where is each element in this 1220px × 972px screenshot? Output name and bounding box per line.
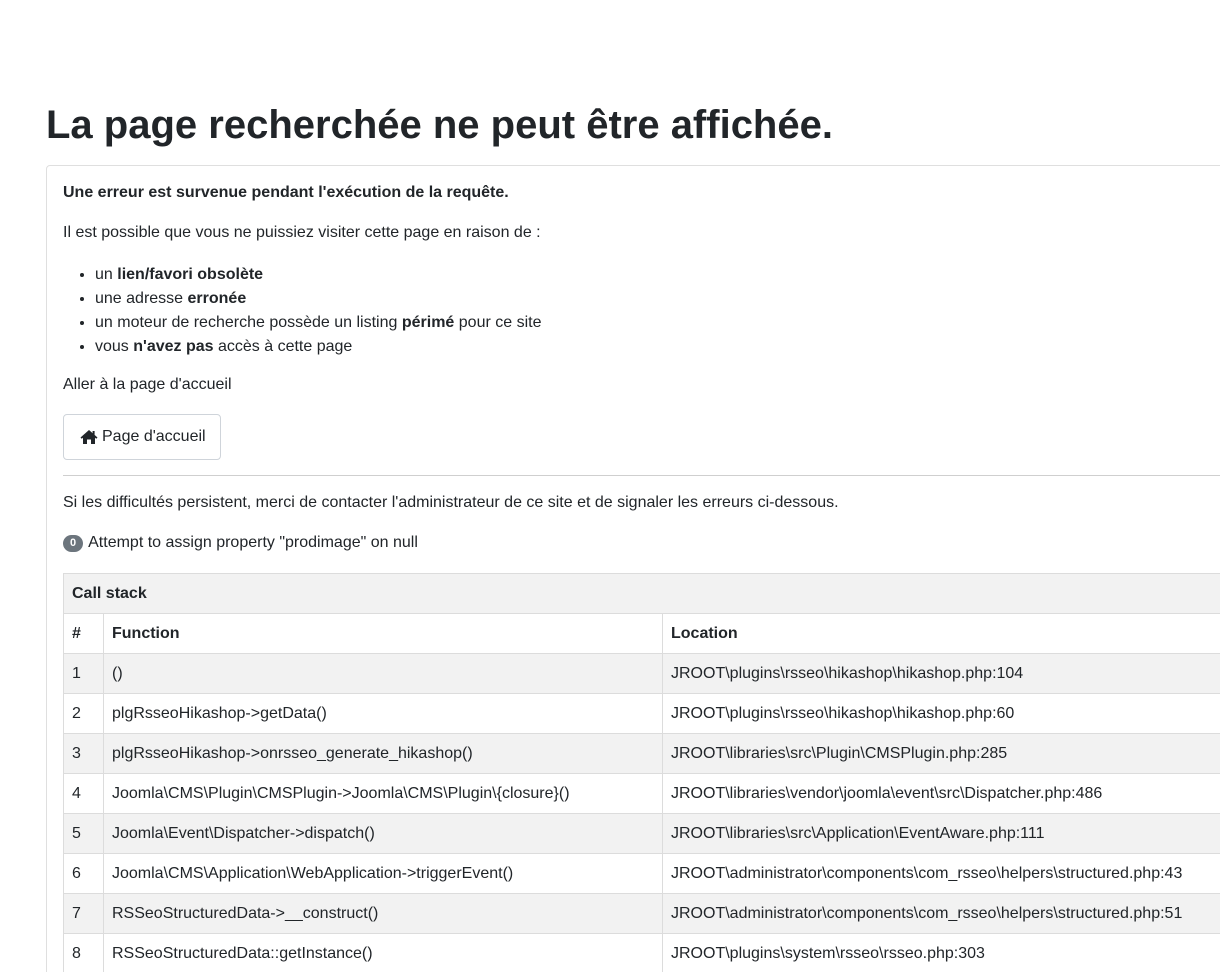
row-location: JROOT\libraries\src\Plugin\CMSPlugin.php… [662,733,1220,774]
row-location: JROOT\plugins\rsseo\hikashop\hikashop.ph… [662,693,1220,734]
column-header-function: Function [103,613,663,654]
table-row: 2 plgRsseoHikashop->getData() JROOT\plug… [63,693,1220,734]
error-heading: Une erreur est survenue pendant l'exécut… [63,184,509,201]
home-button-label: Page d'accueil [102,428,206,445]
table-row: 8 RSSeoStructuredData::getInstance() JRO… [63,933,1220,972]
row-location: JROOT\plugins\system\rsseo\rsseo.php:303 [662,933,1220,972]
call-stack-caption: Call stack [63,573,1220,614]
table-row: 4 Joomla\CMS\Plugin\CMSPlugin->Joomla\CM… [63,773,1220,814]
call-stack-caption-row: Call stack [63,573,1220,614]
contact-text: Si les difficultés persistent, merci de … [63,494,839,511]
row-function: RSSeoStructuredData->__construct() [103,893,663,934]
reasons-list: un lien/favori obsolète une adresse erro… [63,263,541,359]
row-function: () [103,653,663,694]
row-number: 1 [63,653,104,694]
row-number: 3 [63,733,104,774]
goto-home-text: Aller à la page d'accueil [63,376,232,393]
row-function: Joomla\CMS\Plugin\CMSPlugin->Joomla\CMS\… [103,773,663,814]
divider [63,475,1220,476]
reason-item: un moteur de recherche possède un listin… [95,311,541,335]
table-row: 7 RSSeoStructuredData->__construct() JRO… [63,893,1220,934]
error-code-badge: 0 [63,534,84,552]
error-page: La page recherchée ne peut être affichée… [0,0,1220,972]
page-title: La page recherchée ne peut être affichée… [46,103,833,147]
row-number: 7 [63,893,104,934]
row-location: JROOT\administrator\components\com_rsseo… [662,893,1220,934]
row-location: JROOT\libraries\vendor\joomla\event\src\… [662,773,1220,814]
table-row: 1 () JROOT\plugins\rsseo\hikashop\hikash… [63,653,1220,694]
row-function: plgRsseoHikashop->getData() [103,693,663,734]
home-icon [80,430,98,444]
error-message-line: 0 Attempt to assign property "prodimage"… [63,534,418,552]
row-function: Joomla\Event\Dispatcher->dispatch() [103,813,663,854]
error-intro: Il est possible que vous ne puissiez vis… [63,224,541,241]
call-stack-header-row: # Function Location [63,613,1220,654]
column-header-number: # [63,613,104,654]
row-location: JROOT\administrator\components\com_rsseo… [662,853,1220,894]
error-card: Une erreur est survenue pendant l'exécut… [46,165,1220,972]
row-number: 8 [63,933,104,972]
row-number: 4 [63,773,104,814]
row-location: JROOT\plugins\rsseo\hikashop\hikashop.ph… [662,653,1220,694]
column-header-location: Location [662,613,1220,654]
row-function: Joomla\CMS\Application\WebApplication->t… [103,853,663,894]
row-function: RSSeoStructuredData::getInstance() [103,933,663,972]
reason-item: une adresse erronée [95,287,541,311]
reason-item: un lien/favori obsolète [95,263,541,287]
home-button[interactable]: Page d'accueil [63,414,221,460]
row-function: plgRsseoHikashop->onrsseo_generate_hikas… [103,733,663,774]
call-stack-table: Call stack # Function Location 1 () JROO… [63,573,1220,972]
row-number: 2 [63,693,104,734]
row-number: 5 [63,813,104,854]
table-row: 3 plgRsseoHikashop->onrsseo_generate_hik… [63,733,1220,774]
error-message: Attempt to assign property "prodimage" o… [88,534,418,551]
row-number: 6 [63,853,104,894]
reason-item: vous n'avez pas accès à cette page [95,335,541,359]
table-row: 5 Joomla\Event\Dispatcher->dispatch() JR… [63,813,1220,854]
row-location: JROOT\libraries\src\Application\EventAwa… [662,813,1220,854]
table-row: 6 Joomla\CMS\Application\WebApplication-… [63,853,1220,894]
